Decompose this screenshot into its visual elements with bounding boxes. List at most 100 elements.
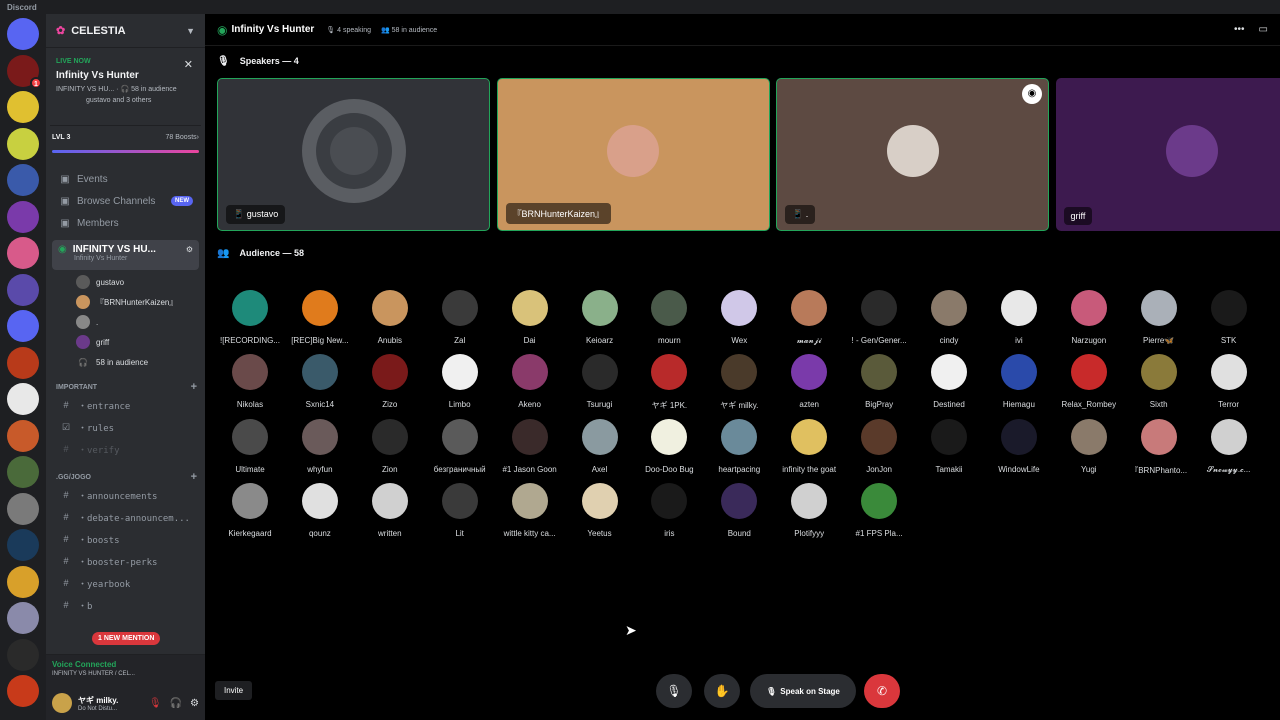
- audience-member[interactable]: 𝓢𝓷𝓸𝔀𝔂𝔂.𝓬...: [1194, 418, 1264, 475]
- more-icon[interactable]: •••: [1234, 24, 1245, 35]
- stage-member[interactable]: gustavo: [46, 274, 205, 290]
- audience-member[interactable]: безграничный: [425, 418, 495, 474]
- server-icon[interactable]: [7, 310, 39, 342]
- nav-item[interactable]: ▣ Events: [46, 168, 205, 190]
- server-icon[interactable]: [7, 492, 39, 525]
- speak-on-stage-button[interactable]: 🎙 Speak on Stage: [750, 674, 856, 708]
- leave-stage-button[interactable]: ✆: [864, 674, 900, 708]
- audience-member[interactable]: Destined: [914, 354, 984, 409]
- channel-item[interactable]: # ・entrance: [46, 394, 205, 416]
- server-icon[interactable]: [7, 419, 39, 452]
- server-icon[interactable]: [7, 164, 39, 196]
- audience-member[interactable]: Plotifyyy: [774, 483, 844, 538]
- server-icon[interactable]: [7, 602, 39, 634]
- audience-member[interactable]: Sixth: [1124, 354, 1194, 409]
- audience-member[interactable]: Axel: [565, 418, 635, 474]
- channel-item[interactable]: # ・announcements: [46, 484, 205, 506]
- server-icon[interactable]: [7, 565, 39, 598]
- server-icon[interactable]: [7, 346, 39, 379]
- audience-member[interactable]: BigPray: [844, 354, 914, 409]
- voice-connected-label[interactable]: Voice Connected: [52, 660, 199, 669]
- mute-button[interactable]: 🎙: [656, 674, 692, 708]
- raise-hand-button[interactable]: ✋: [704, 674, 740, 708]
- server-icon[interactable]: [7, 200, 39, 233]
- server-icon[interactable]: [7, 456, 39, 488]
- audience-member[interactable]: Hiemagu: [984, 354, 1054, 409]
- audience-member[interactable]: qounz: [285, 483, 355, 538]
- audience-member[interactable]: Narzugon: [1054, 290, 1124, 345]
- audience-member[interactable]: Keioarz: [565, 290, 635, 345]
- stage-channel[interactable]: ◉ INFINITY VS HU... ⚙ Infinity Vs Hunter: [52, 240, 199, 270]
- audience-member[interactable]: Dai: [495, 290, 565, 345]
- stage-member[interactable]: .: [46, 314, 205, 330]
- audience-member[interactable]: Relax_Rombey: [1054, 354, 1124, 409]
- audience-member[interactable]: #1 Jason Goon: [495, 418, 565, 474]
- invite-button[interactable]: Invite: [215, 681, 253, 700]
- audience-member[interactable]: ヤギ milky.: [704, 354, 774, 411]
- speaker-tile[interactable]: 📱 gustavo: [217, 78, 490, 231]
- live-stage-card[interactable]: LIVE NOW ✕ Infinity Vs Hunter INFINITY V…: [50, 54, 201, 126]
- channel-item[interactable]: # ・booster-perks: [46, 550, 205, 572]
- audience-member[interactable]: whyfun: [285, 418, 355, 474]
- audience-member[interactable]: Doo-Doo Bug: [634, 418, 704, 474]
- audience-member[interactable]: STK: [1194, 290, 1264, 345]
- speaker-tile[interactable]: 『BRNHunterKaizen』: [496, 78, 770, 231]
- audience-member[interactable]: azten: [774, 354, 844, 409]
- audience-member[interactable]: Zal: [425, 290, 495, 345]
- audience-member[interactable]: Zizo: [355, 354, 425, 409]
- discord-home-icon[interactable]: [7, 18, 39, 50]
- audience-member[interactable]: Limbo: [425, 354, 495, 409]
- server-icon[interactable]: [7, 638, 39, 671]
- server-icon[interactable]: [7, 529, 39, 561]
- audience-member[interactable]: Bound: [704, 483, 774, 538]
- audience-member[interactable]: Lit: [425, 483, 495, 538]
- audience-member[interactable]: WindowLife: [984, 418, 1054, 474]
- category-header[interactable]: IMPORTANT +: [46, 380, 205, 394]
- audience-member[interactable]: Zion: [355, 418, 425, 474]
- audience-member[interactable]: 『BRNPhanto...: [1124, 418, 1194, 476]
- new-mention-pill[interactable]: 1 NEW MENTION: [92, 632, 161, 645]
- audience-member[interactable]: Ultimate: [215, 418, 285, 474]
- channel-item[interactable]: # ・verify: [46, 438, 205, 460]
- audience-member[interactable]: Pierre🦋: [1124, 290, 1194, 345]
- audience-member[interactable]: Wex: [704, 290, 774, 345]
- audience-member[interactable]: ヤギ 1PK.: [634, 354, 704, 411]
- settings-icon[interactable]: ⚙: [186, 245, 193, 254]
- audience-member[interactable]: infinity the goat: [774, 418, 844, 474]
- stage-member[interactable]: griff: [46, 334, 205, 350]
- settings-icon[interactable]: ⚙: [190, 698, 199, 709]
- server-icon[interactable]: [7, 237, 39, 269]
- server-icon[interactable]: [7, 91, 39, 123]
- plus-icon[interactable]: +: [191, 471, 197, 483]
- headphones-icon[interactable]: 🎧: [170, 698, 182, 709]
- audience-member[interactable]: written: [355, 483, 425, 538]
- channel-item[interactable]: # ・debate-announcem...: [46, 506, 205, 528]
- plus-icon[interactable]: +: [191, 381, 197, 393]
- server-header[interactable]: ✿ CELESTIA ▼: [46, 14, 205, 48]
- audience-member[interactable]: Tsurugi: [565, 354, 635, 409]
- audience-member[interactable]: iris: [634, 483, 704, 538]
- audience-member[interactable]: Sxnic14: [285, 354, 355, 409]
- server-icon[interactable]: [7, 675, 39, 707]
- audience-member[interactable]: Akeno: [495, 354, 565, 409]
- nav-item[interactable]: ▣ Browse Channels NEW: [46, 190, 205, 212]
- audience-member[interactable]: Yeetus: [565, 483, 635, 538]
- audience-member[interactable]: Yugi: [1054, 418, 1124, 474]
- boost-progress[interactable]: LVL 3 78 Boosts ›: [52, 134, 199, 168]
- channel-item[interactable]: # ・b: [46, 594, 205, 616]
- audience-member[interactable]: Nikolas: [215, 354, 285, 409]
- audience-member[interactable]: Kierkegaard: [215, 483, 285, 538]
- audience-member[interactable]: mourn: [634, 290, 704, 345]
- audience-member[interactable]: wittle kitty ca...: [495, 483, 565, 538]
- channel-item[interactable]: # ・boosts: [46, 528, 205, 550]
- server-icon[interactable]: 1: [7, 54, 42, 89]
- speaker-tile[interactable]: 📱 . ◉: [776, 78, 1049, 231]
- mute-icon[interactable]: 🎙: [149, 698, 162, 709]
- audience-member[interactable]: JonJon: [844, 418, 914, 474]
- nav-item[interactable]: ▣ Members: [46, 212, 205, 234]
- audience-member[interactable]: 𝓶𝓪𝓷𝓳𝓲: [774, 290, 844, 346]
- audience-member[interactable]: Tamakii: [914, 418, 984, 474]
- popout-icon[interactable]: ▭: [1259, 24, 1268, 35]
- audience-member[interactable]: cindy: [914, 290, 984, 345]
- category-header[interactable]: .GG/JOGO +: [46, 470, 205, 484]
